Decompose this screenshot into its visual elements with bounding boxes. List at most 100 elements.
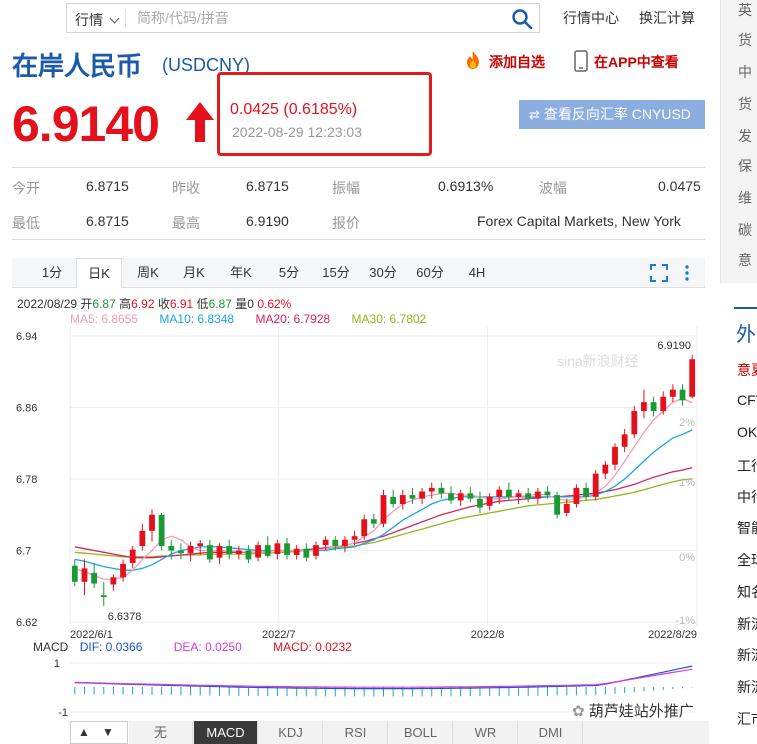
right-menu-item[interactable]: 维 — [738, 188, 752, 208]
tab-30min[interactable]: 30分 — [363, 258, 403, 288]
candle — [264, 545, 271, 556]
news-item[interactable]: 汇市 — [737, 709, 757, 729]
candle — [110, 577, 117, 585]
right-menu-item[interactable]: 碳 — [738, 220, 752, 240]
news-item[interactable]: 工行 — [737, 456, 757, 476]
stat-label: 报价 — [332, 215, 360, 231]
candle — [370, 519, 377, 524]
candle — [361, 519, 368, 537]
market-center-link[interactable]: 行情中心 — [563, 8, 619, 28]
tab-yearly[interactable]: 年K — [223, 258, 259, 288]
tab-weekly[interactable]: 周K — [130, 258, 166, 288]
candle — [534, 491, 541, 499]
candle — [419, 491, 425, 499]
chart-nav: ▲ ▼ — [70, 721, 128, 744]
watermark-text: 葫芦娃站外推广 — [588, 703, 694, 720]
more-icon[interactable] — [684, 264, 690, 282]
current-price: 6.9140 — [12, 96, 160, 152]
candle — [216, 546, 223, 558]
tab-macd[interactable]: MACD — [194, 721, 258, 744]
right-menu-item[interactable]: 发 — [738, 126, 752, 146]
candle — [650, 402, 657, 412]
candle — [496, 489, 503, 497]
candle — [390, 496, 397, 505]
tab-5min[interactable]: 5分 — [271, 258, 307, 288]
high-label: 高 — [119, 297, 132, 311]
tab-monthly[interactable]: 月K — [176, 258, 212, 288]
arrow-down-icon[interactable]: ▼ — [102, 725, 114, 739]
right-menu-item[interactable]: 中 — [738, 62, 752, 82]
candle — [583, 487, 589, 497]
tab-daily[interactable]: 日K — [76, 258, 122, 289]
candle — [515, 493, 522, 497]
candle — [284, 543, 290, 555]
arrow-up-icon[interactable]: ▲ — [78, 725, 90, 739]
flame-icon — [467, 51, 479, 69]
pct-tick-label: 0% — [679, 552, 695, 564]
candle — [342, 539, 348, 547]
news-item[interactable]: 新流 — [737, 677, 757, 697]
news-item[interactable]: OKx — [737, 424, 757, 440]
ma10-label: MA10: 6.8348 — [159, 312, 235, 326]
right-panel-menu: 英 货 中 货 发 保 维 碳 意 — [720, 0, 757, 283]
tab-15min[interactable]: 15分 — [316, 258, 356, 288]
news-item[interactable]: 中行 — [737, 487, 757, 507]
tab-kdj[interactable]: KDJ — [259, 721, 323, 744]
ma5-label: MA5: 6.8655 — [70, 312, 139, 326]
stat-value: 0.0475 — [658, 178, 701, 194]
tab-4h[interactable]: 4H — [459, 258, 495, 288]
chevron-down-icon — [109, 13, 120, 24]
right-menu-item[interactable]: 货 — [738, 94, 752, 114]
search-input[interactable] — [137, 6, 497, 30]
candle — [669, 389, 676, 397]
news-item[interactable]: 意夏 — [737, 360, 757, 380]
macd-value: MACD: 0.0232 — [273, 640, 352, 654]
right-menu-item[interactable]: 货 — [738, 30, 752, 50]
fullscreen-icon[interactable] — [650, 264, 668, 282]
news-item[interactable]: 知名 — [737, 582, 757, 602]
news-item[interactable]: 全球 — [737, 550, 757, 570]
search-icon[interactable] — [511, 8, 533, 30]
candlestick-chart[interactable]: sina新浪财经 6.94 6.86 6.78 6.7 6.62 2% 1% 0% -1% 202… — [12, 326, 705, 644]
right-menu-item[interactable]: 英 — [738, 0, 752, 20]
macd-y-tick: 1 — [54, 658, 60, 670]
app-view-button[interactable]: 在APP中查看 — [574, 50, 679, 72]
tab-dmi[interactable]: DMI — [519, 721, 583, 744]
candle — [621, 434, 628, 447]
news-item[interactable]: CFT — [737, 392, 757, 408]
candle — [139, 530, 146, 547]
candle — [293, 548, 300, 555]
news-item[interactable]: 新流 — [737, 645, 757, 665]
candle — [506, 489, 512, 497]
candle — [641, 402, 647, 412]
add-favorite-button[interactable]: 添加自选 — [467, 51, 545, 72]
macd-dea: DEA: 0.0250 — [173, 640, 242, 654]
stat-value: 6.9190 — [246, 213, 289, 229]
low-label: 低 — [196, 297, 209, 311]
exchange-calc-link[interactable]: 换汇计算 — [639, 8, 695, 28]
y-tick-label: 6.78 — [16, 474, 37, 486]
dea-line — [74, 668, 693, 688]
tab-wr[interactable]: WR — [454, 721, 518, 744]
tab-60min[interactable]: 60分 — [410, 258, 450, 288]
search-type-select[interactable]: 行情 — [75, 10, 120, 30]
news-item[interactable]: 新流 — [737, 614, 757, 634]
right-side-panel: 英 货 中 货 发 保 维 碳 意 外 意夏 CFT OKx 工行 中行 智能 … — [720, 0, 757, 744]
right-menu-item[interactable]: 意 — [738, 250, 752, 270]
x-tick-label: 2022/8 — [471, 629, 505, 641]
right-menu-item[interactable]: 保 — [738, 156, 752, 176]
candle — [689, 359, 696, 397]
reverse-rate-label: 查看反向汇率 CNYUSD — [543, 106, 691, 122]
candle — [477, 498, 483, 508]
tab-none[interactable]: 无 — [129, 721, 193, 744]
candle — [612, 446, 618, 465]
tab-rsi[interactable]: RSI — [324, 721, 388, 744]
footer-watermark: ✿ 葫芦娃站外推广 — [572, 700, 694, 721]
reverse-rate-button[interactable]: ⇄ 查看反向汇率 CNYUSD — [519, 100, 705, 129]
news-item[interactable]: 智能 — [737, 518, 757, 538]
macd-y-tick: -1 — [58, 707, 68, 719]
ma-legend: MA5: 6.8655 MA10: 6.8348 MA20: 6.7928 MA… — [70, 312, 426, 326]
candle — [332, 539, 339, 547]
tab-boll[interactable]: BOLL — [389, 721, 453, 744]
tab-1min[interactable]: 1分 — [34, 258, 70, 288]
